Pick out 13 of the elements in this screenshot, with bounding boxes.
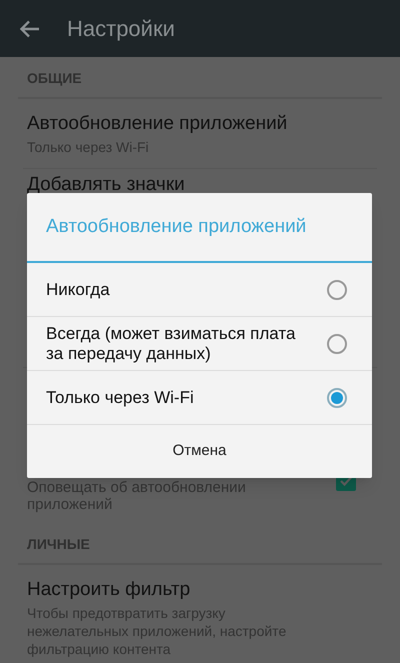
- screen-title: Настройки: [67, 15, 175, 43]
- radio-option[interactable]: Никогда: [27, 263, 372, 317]
- cancel-button[interactable]: Отмена: [27, 425, 372, 478]
- radio-button[interactable]: [327, 280, 347, 300]
- radio-option[interactable]: Всегда (может взиматься плата за передачу данных): [27, 317, 372, 371]
- radio-option[interactable]: Только через Wi-Fi: [27, 371, 372, 425]
- radio-button[interactable]: [327, 388, 347, 408]
- dialog-title: Автообновление приложений: [46, 214, 306, 239]
- setting-title: Добавлять значки: [27, 173, 186, 197]
- setting-title: Настроить фильтр: [27, 578, 192, 602]
- setting-title: Автообновление приложений: [27, 112, 288, 136]
- back-icon[interactable]: [20, 20, 40, 38]
- radio-button[interactable]: [327, 334, 347, 354]
